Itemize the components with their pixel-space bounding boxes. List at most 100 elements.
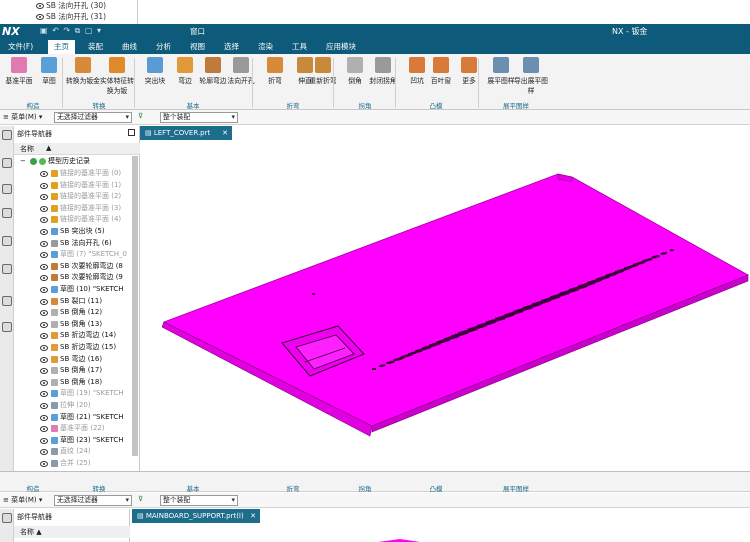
tree-row[interactable]: SB 次要轮廓弯边 (9 [14,272,138,284]
eye-icon[interactable] [40,298,48,305]
tree-row[interactable]: SB 法向开孔 (6) [14,238,138,250]
tool-button-flat-pattern[interactable]: 展平图样 [484,57,518,97]
scope-select[interactable]: 整个装配 [160,495,238,506]
eye-icon[interactable] [40,391,48,398]
eye-icon[interactable] [40,171,48,177]
tree-row[interactable]: 草图 (23) "SKETCH [14,435,138,447]
eye-icon[interactable] [36,3,44,9]
scope-select[interactable]: 整个装配 [160,112,238,123]
tab-tools[interactable]: 工具 [286,40,313,54]
tab-mainboard-support[interactable]: ▤ MAINBOARD_SUPPORT.prt(I) ✕ [132,509,260,523]
tree-row[interactable]: SB 弯边 (16) [14,354,138,366]
tree-row[interactable]: SB 倒角 (17) [14,365,138,377]
eye-icon[interactable] [40,414,48,421]
eye-icon[interactable] [40,333,48,340]
eye-icon[interactable] [36,14,44,20]
graphics-window[interactable] [140,140,750,471]
tree-row[interactable]: SB 折边弯边 (15) [14,342,138,354]
eye-icon[interactable] [40,461,48,467]
type-filter-select[interactable]: 无选择过滤器 [54,495,132,506]
scrollbar-thumb[interactable] [132,156,138,456]
close-icon[interactable]: ✕ [250,509,256,523]
tree-row[interactable]: 草图 (7) "SKETCH_0 [14,249,138,261]
tree-row[interactable]: 链接的基准平面 (2) [14,191,138,203]
tab-left-cover[interactable]: ▤ LEFT_COVER.prt ✕ [140,126,232,140]
eye-icon[interactable] [40,321,48,328]
filter-icon[interactable]: ⊽ [138,112,143,120]
eye-icon[interactable] [40,287,48,293]
tree-row[interactable]: 草图 (21) "SKETCH [14,412,138,424]
tree-row[interactable]: SB 突出块 (5) [14,226,138,238]
model-view[interactable] [140,140,750,471]
eye-icon[interactable] [40,356,48,363]
history-icon[interactable] [2,296,12,306]
quick-access-toolbar[interactable]: ▣ ↶ ↷ ⧉ ▢ ▾ [40,26,102,36]
tool-button-datum-plane[interactable]: 基准平面 [2,57,36,97]
menu-button[interactable]: ≡ 菜单(M) ▾ [3,495,42,505]
tree-row[interactable]: SB 倒角 (18) [14,377,138,389]
tool-button-export-flat[interactable]: 导出展平图样 [514,57,548,97]
collapse-icon[interactable]: − [20,156,26,168]
eye-icon[interactable] [40,182,48,189]
tree-row[interactable]: SB 法向开孔 (30) [0,0,137,11]
eye-icon[interactable] [40,217,48,224]
eye-icon[interactable] [40,310,48,317]
tree-row[interactable]: 拉伸 (20) [14,400,138,412]
tab-applications[interactable]: 应用模块 [320,40,362,54]
close-icon[interactable]: ✕ [222,126,228,140]
eye-icon[interactable] [40,379,48,386]
tool-button-sketch[interactable]: 草图 [32,57,66,97]
tree-row[interactable]: 链接的基准平面 (4) [14,214,138,226]
eye-icon[interactable] [40,345,48,351]
eye-icon[interactable] [40,403,48,409]
tree-row[interactable]: SB 次要轮廓弯边 (8 [14,261,138,273]
column-header[interactable]: 名称 ▲ [14,526,130,538]
tree-root[interactable]: − 模型历史记录 [14,156,138,168]
gear-icon[interactable] [2,513,12,523]
part-navigator-icon[interactable] [2,208,12,218]
tree-row[interactable]: 合并 (25) [14,458,138,470]
window-menu[interactable]: 窗口 [190,26,205,37]
tab-assembly[interactable]: 装配 [82,40,109,54]
eye-icon[interactable] [40,205,48,212]
column-header[interactable]: 名称 ▲ [14,143,140,155]
eye-icon[interactable] [40,426,48,433]
eye-icon[interactable] [40,368,48,375]
roles-icon[interactable] [2,322,12,332]
tree-row[interactable]: 链接的基准平面 (3) [14,203,138,215]
tab-file[interactable]: 文件(F) [2,40,39,54]
tree-row[interactable]: 基准平面 (22) [14,423,138,435]
eye-icon[interactable] [40,240,48,247]
tree-row[interactable]: SB 倒角 (13) [14,319,138,331]
tab-select[interactable]: 选择 [218,40,245,54]
tree-row[interactable]: 链接的基准平面 (1) [14,180,138,192]
tree-row[interactable]: 链接的基准平面 (0) [14,168,138,180]
eye-icon[interactable] [40,194,48,201]
eye-icon[interactable] [40,229,48,235]
type-filter-select[interactable]: 无选择过滤器 [54,112,132,123]
assembly-navigator-icon[interactable] [2,158,12,168]
tree-row[interactable]: SB 法向开孔 (31) [0,11,137,22]
eye-icon[interactable] [40,275,48,282]
web-browser-icon[interactable] [2,264,12,274]
tool-button-convert[interactable]: 转换为钣金 [66,57,100,97]
sort-ascending-icon[interactable]: ▲ [46,144,51,152]
tab-render[interactable]: 渲染 [252,40,279,54]
gear-icon[interactable] [2,130,12,140]
reuse-library-icon[interactable] [2,236,12,246]
sheet-metal-plate[interactable] [163,173,749,427]
filter-icon[interactable]: ⊽ [138,495,143,503]
tool-button-solid-convert[interactable]: 实体特征转换为钣 [100,57,134,97]
eye-icon[interactable] [40,263,48,270]
eye-icon[interactable] [40,252,48,259]
graphics-window-secondary[interactable] [130,523,750,542]
tab-analysis[interactable]: 分析 [150,40,177,54]
tab-home[interactable]: 主页 [48,40,75,54]
tool-button-tab[interactable]: 突出块 [138,57,172,97]
tree-row[interactable]: SB 倒角 (12) [14,307,138,319]
navigator-scrollbar[interactable] [132,156,138,456]
menu-button[interactable]: ≡ 菜单(M) ▾ [3,112,42,122]
tool-button-more[interactable]: 更多 [452,57,486,97]
tool-button-bend[interactable]: 折弯 [258,57,292,97]
tab-view[interactable]: 视图 [184,40,211,54]
